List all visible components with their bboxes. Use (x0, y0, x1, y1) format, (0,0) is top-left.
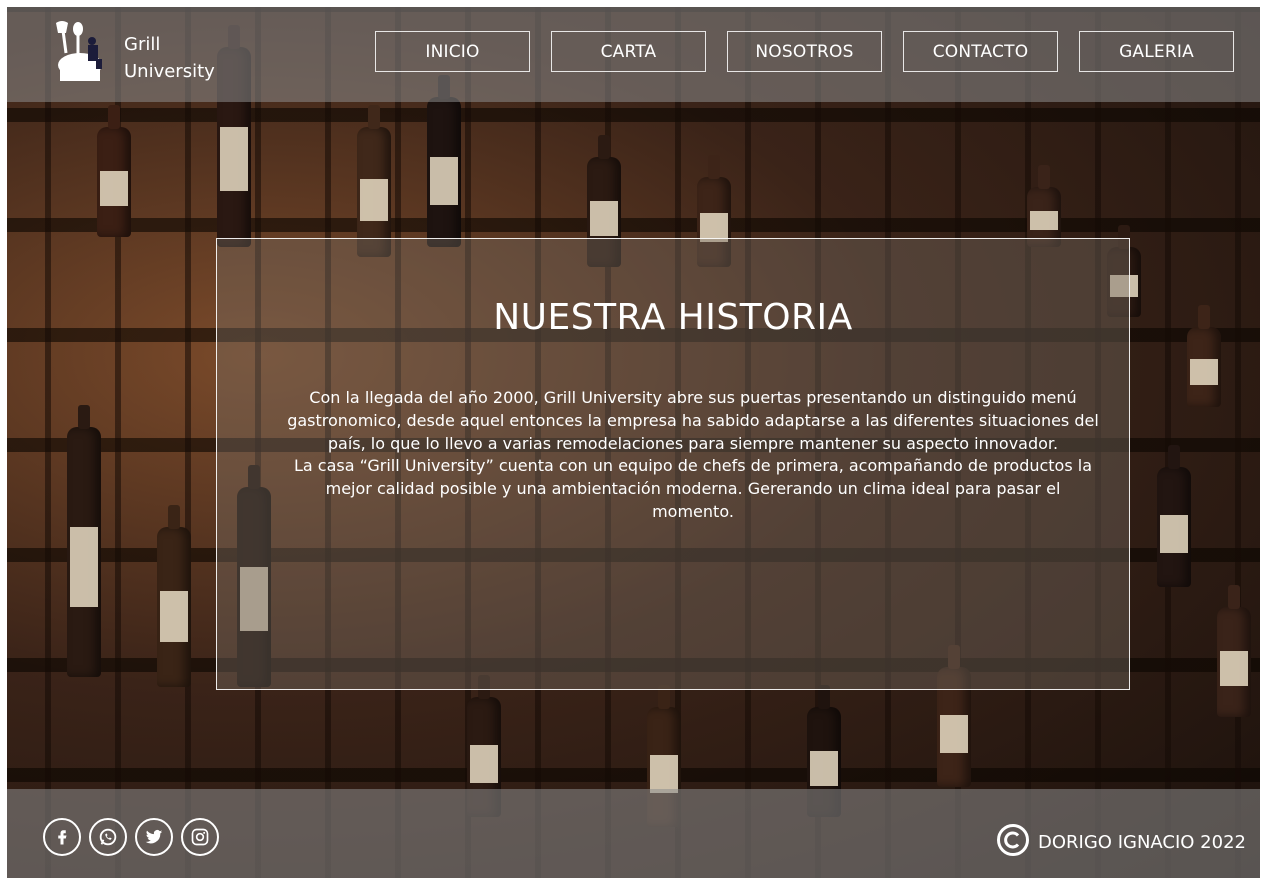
history-panel: NUESTRA HISTORIA Con la llegada del año … (216, 238, 1130, 690)
whatsapp-icon[interactable] (89, 818, 127, 856)
copyright-text: DORIGO IGNACIO 2022 (1038, 832, 1246, 853)
chef-logo-icon[interactable] (52, 19, 112, 83)
instagram-icon[interactable] (181, 818, 219, 856)
brand-name[interactable]: Grill University (124, 31, 215, 85)
facebook-icon[interactable] (43, 818, 81, 856)
copyright-icon (996, 823, 1030, 862)
nav-inicio[interactable]: INICIO (375, 31, 530, 72)
nav-contacto[interactable]: CONTACTO (903, 31, 1058, 72)
brand-line-2: University (124, 61, 215, 82)
nav-nosotros[interactable]: NOSOTROS (727, 31, 882, 72)
top-navbar: Grill University INICIO CARTA NOSOTROS C… (7, 7, 1260, 102)
nav-carta[interactable]: CARTA (551, 31, 706, 72)
history-paragraph-1: Con la llegada del año 2000, Grill Unive… (287, 388, 1099, 453)
footer: DORIGO IGNACIO 2022 (7, 789, 1260, 878)
history-paragraph-2: La casa “Grill University” cuenta con un… (293, 456, 1093, 521)
copyright: DORIGO IGNACIO 2022 (996, 823, 1246, 862)
brand-line-1: Grill (124, 34, 161, 55)
history-body: Con la llegada del año 2000, Grill Unive… (287, 387, 1099, 524)
twitter-icon[interactable] (135, 818, 173, 856)
history-title: NUESTRA HISTORIA (493, 297, 853, 338)
nav-galeria[interactable]: GALERIA (1079, 31, 1234, 72)
background-image: Grill University INICIO CARTA NOSOTROS C… (7, 7, 1260, 878)
